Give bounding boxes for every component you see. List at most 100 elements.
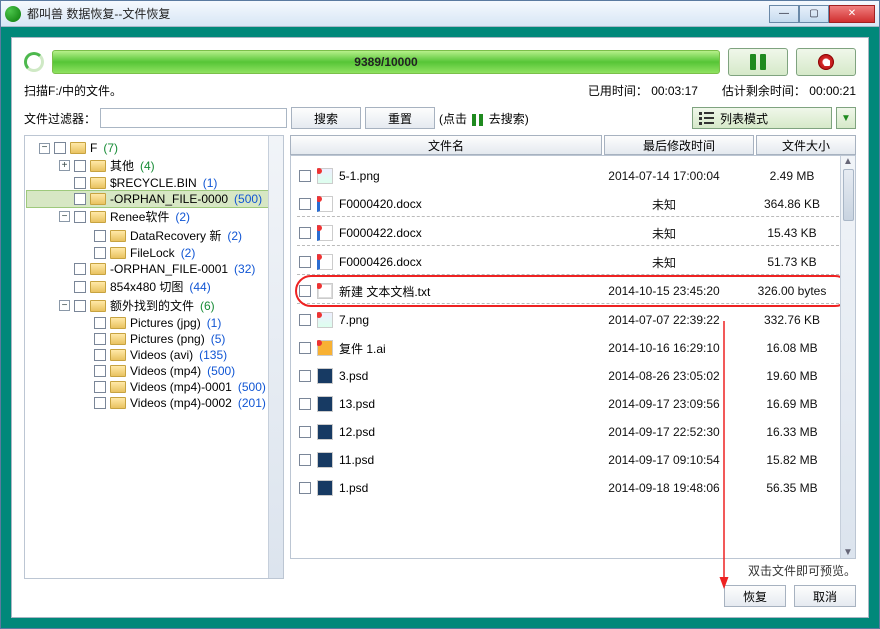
tree-checkbox[interactable] — [94, 317, 106, 329]
reset-button[interactable]: 重置 — [365, 107, 435, 129]
tree-checkbox[interactable] — [94, 397, 106, 409]
expand-toggle[interactable]: + — [59, 160, 70, 171]
file-name: 3.psd — [339, 369, 368, 383]
file-name: F0000420.docx — [339, 197, 422, 211]
tree-node[interactable]: FileLock(2) — [27, 245, 281, 261]
scan-spinner-icon — [24, 52, 44, 72]
close-button[interactable]: ✕ — [829, 5, 875, 23]
tree-checkbox[interactable] — [74, 263, 86, 275]
stop-scan-button[interactable] — [796, 48, 856, 76]
tree-checkbox[interactable] — [74, 211, 86, 223]
file-checkbox[interactable] — [299, 314, 311, 326]
file-name: F0000422.docx — [339, 226, 422, 240]
tree-node[interactable]: $RECYCLE.BIN(1) — [27, 175, 281, 191]
file-row[interactable]: F0000426.docx未知51.73 KB — [297, 248, 849, 276]
scan-status-text: 扫描F:/中的文件。 — [24, 82, 564, 99]
file-row[interactable]: 13.psd2014-09-17 23:09:5616.69 MB — [297, 390, 849, 418]
file-row[interactable]: 7.png2014-07-07 22:39:22332.76 KB — [297, 306, 849, 334]
expand-toggle[interactable]: − — [39, 143, 50, 154]
file-icon — [317, 480, 333, 496]
expand-toggle[interactable]: − — [59, 300, 70, 311]
recover-button[interactable]: 恢复 — [724, 585, 786, 607]
tree-checkbox[interactable] — [94, 247, 106, 259]
file-checkbox[interactable] — [299, 198, 311, 210]
tree-node[interactable]: Pictures (jpg)(1) — [27, 315, 281, 331]
tree-node[interactable]: −额外找到的文件(6) — [27, 296, 281, 315]
window-title: 都叫兽 数据恢复--文件恢复 — [27, 5, 769, 22]
tree-node[interactable]: −F(7) — [27, 140, 281, 156]
tree-node[interactable]: Videos (mp4)-0001(500) — [27, 379, 281, 395]
tree-node[interactable]: Pictures (png)(5) — [27, 331, 281, 347]
file-checkbox[interactable] — [299, 482, 311, 494]
file-size: 16.33 MB — [745, 425, 845, 439]
file-row[interactable]: 5-1.png2014-07-14 17:00:042.49 MB — [297, 162, 849, 190]
folder-icon — [110, 397, 126, 409]
progress-bar: 9389/10000 — [52, 50, 720, 74]
file-checkbox[interactable] — [299, 285, 311, 297]
search-button[interactable]: 搜索 — [291, 107, 361, 129]
file-row[interactable]: 11.psd2014-09-17 09:10:5415.82 MB — [297, 446, 849, 474]
scrollbar-thumb[interactable] — [843, 169, 854, 221]
tree-checkbox[interactable] — [94, 365, 106, 377]
file-checkbox[interactable] — [299, 426, 311, 438]
tree-checkbox[interactable] — [74, 193, 86, 205]
tree-node[interactable]: -ORPHAN_FILE-0000(500) — [27, 191, 281, 207]
tree-node[interactable]: 854x480 切图(44) — [27, 277, 281, 296]
filter-input[interactable] — [100, 108, 287, 128]
file-checkbox[interactable] — [299, 398, 311, 410]
column-header-mtime[interactable]: 最后修改时间 — [604, 135, 754, 155]
file-icon — [317, 225, 333, 241]
file-row[interactable]: 新建 文本文档.txt2014-10-15 23:45:20326.00 byt… — [297, 277, 849, 305]
folder-tree[interactable]: −F(7)+其他(4)$RECYCLE.BIN(1)-ORPHAN_FILE-0… — [24, 135, 284, 579]
tree-node[interactable]: Videos (mp4)(500) — [27, 363, 281, 379]
file-checkbox[interactable] — [299, 170, 311, 182]
column-header-size[interactable]: 文件大小 — [756, 135, 856, 155]
folder-icon — [110, 365, 126, 377]
file-list[interactable]: 5-1.png2014-07-14 17:00:042.49 MBF000042… — [290, 155, 856, 559]
scrollbar[interactable]: ▲▼ — [840, 156, 855, 558]
elapsed-value: 00:03:17 — [651, 84, 698, 98]
tree-count: (500) — [234, 192, 262, 206]
tree-count: (2) — [175, 210, 190, 224]
pause-scan-button[interactable] — [728, 48, 788, 76]
file-checkbox[interactable] — [299, 342, 311, 354]
file-checkbox[interactable] — [299, 454, 311, 466]
view-mode-dropdown-button[interactable]: ▼ — [836, 107, 856, 129]
folder-icon — [110, 349, 126, 361]
expand-toggle[interactable]: − — [59, 211, 70, 222]
tree-label: 额外找到的文件 — [110, 297, 194, 314]
cancel-button[interactable]: 取消 — [794, 585, 856, 607]
column-header-name[interactable]: 文件名 — [290, 135, 602, 155]
tree-node[interactable]: Videos (avi)(135) — [27, 347, 281, 363]
tree-checkbox[interactable] — [74, 281, 86, 293]
tree-checkbox[interactable] — [54, 142, 66, 154]
file-row[interactable]: 1.psd2014-09-18 19:48:0656.35 MB — [297, 474, 849, 502]
file-row[interactable]: 3.psd2014-08-26 23:05:0219.60 MB — [297, 362, 849, 390]
file-row[interactable]: F0000420.docx未知364.86 KB — [297, 190, 849, 218]
tree-node[interactable]: −Renee软件(2) — [27, 207, 281, 226]
view-mode-select[interactable]: 列表模式 — [692, 107, 832, 129]
file-size: 332.76 KB — [745, 313, 845, 327]
file-checkbox[interactable] — [299, 256, 311, 268]
file-row[interactable]: 12.psd2014-09-17 22:52:3016.33 MB — [297, 418, 849, 446]
file-row[interactable]: 复件 1.ai2014-10-16 16:29:1016.08 MB — [297, 334, 849, 362]
tree-checkbox[interactable] — [74, 177, 86, 189]
maximize-button[interactable]: ▢ — [799, 5, 829, 23]
tree-checkbox[interactable] — [74, 300, 86, 312]
minimize-button[interactable]: — — [769, 5, 799, 23]
file-size: 16.69 MB — [745, 397, 845, 411]
file-row[interactable]: F0000422.docx未知15.43 KB — [297, 219, 849, 247]
tree-node[interactable]: DataRecovery 新(2) — [27, 226, 281, 245]
file-size: 15.82 MB — [745, 453, 845, 467]
tree-node[interactable]: Videos (mp4)-0002(201) — [27, 395, 281, 411]
tree-checkbox[interactable] — [74, 160, 86, 172]
file-checkbox[interactable] — [299, 370, 311, 382]
tree-checkbox[interactable] — [94, 230, 106, 242]
tree-checkbox[interactable] — [94, 381, 106, 393]
tree-node[interactable]: -ORPHAN_FILE-0001(32) — [27, 261, 281, 277]
tree-checkbox[interactable] — [94, 349, 106, 361]
file-checkbox[interactable] — [299, 227, 311, 239]
tree-node[interactable]: +其他(4) — [27, 156, 281, 175]
file-mtime: 2014-09-17 09:10:54 — [589, 453, 739, 467]
tree-checkbox[interactable] — [94, 333, 106, 345]
